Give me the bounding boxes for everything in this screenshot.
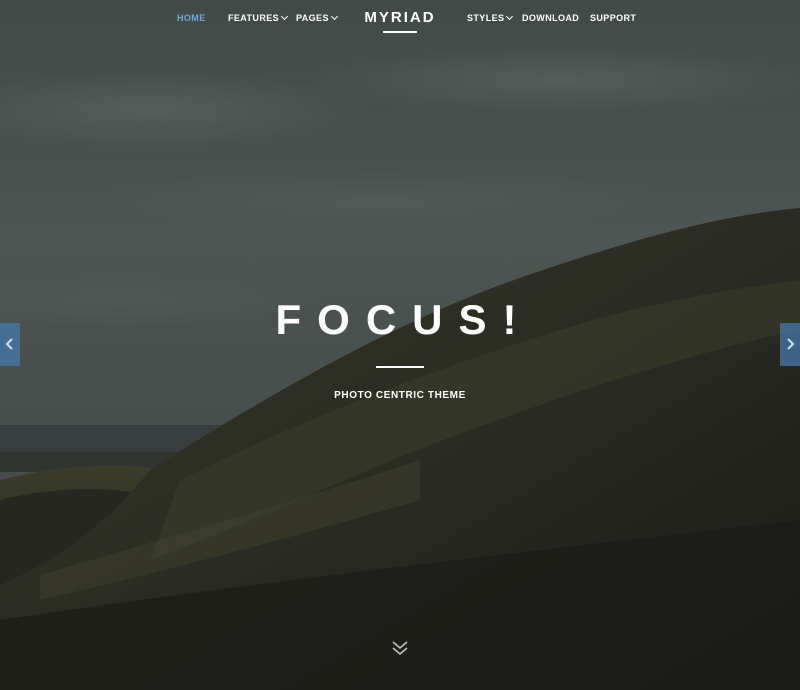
scroll-down-button[interactable] — [390, 640, 410, 658]
nav-item-pages-label: PAGES — [296, 13, 329, 23]
double-chevron-down-icon — [392, 641, 408, 656]
nav-item-home-label: HOME — [177, 13, 206, 23]
chevron-down-icon — [506, 12, 514, 21]
hero-slider: HOME FEATURES PAGES MYRIAD STYLES DOWNLO… — [0, 0, 800, 690]
nav-item-support-label: SUPPORT — [590, 13, 637, 23]
nav-item-pages[interactable]: PAGES — [296, 12, 338, 23]
chevron-down-icon — [330, 12, 338, 21]
nav-item-features[interactable]: FEATURES — [228, 12, 289, 23]
top-navigation: HOME FEATURES PAGES MYRIAD STYLES DOWNLO… — [0, 0, 800, 40]
site-logo[interactable]: MYRIAD — [360, 9, 440, 26]
hero-headline: FOCUS! — [275, 296, 533, 343]
logo-underline — [383, 31, 417, 33]
hero-overlay — [0, 0, 800, 690]
headline-divider — [376, 366, 424, 368]
nav-item-styles[interactable]: STYLES — [467, 12, 514, 23]
nav-item-features-label: FEATURES — [228, 13, 280, 23]
nav-item-support[interactable]: SUPPORT — [590, 13, 636, 23]
nav-item-home[interactable]: HOME — [177, 13, 206, 23]
nav-item-download[interactable]: DOWNLOAD — [522, 13, 579, 23]
nav-item-styles-label: STYLES — [467, 13, 505, 23]
chevron-down-icon — [281, 12, 289, 21]
nav-item-download-label: DOWNLOAD — [522, 13, 580, 23]
hero-tagline: PHOTO CENTRIC THEME — [334, 390, 466, 401]
